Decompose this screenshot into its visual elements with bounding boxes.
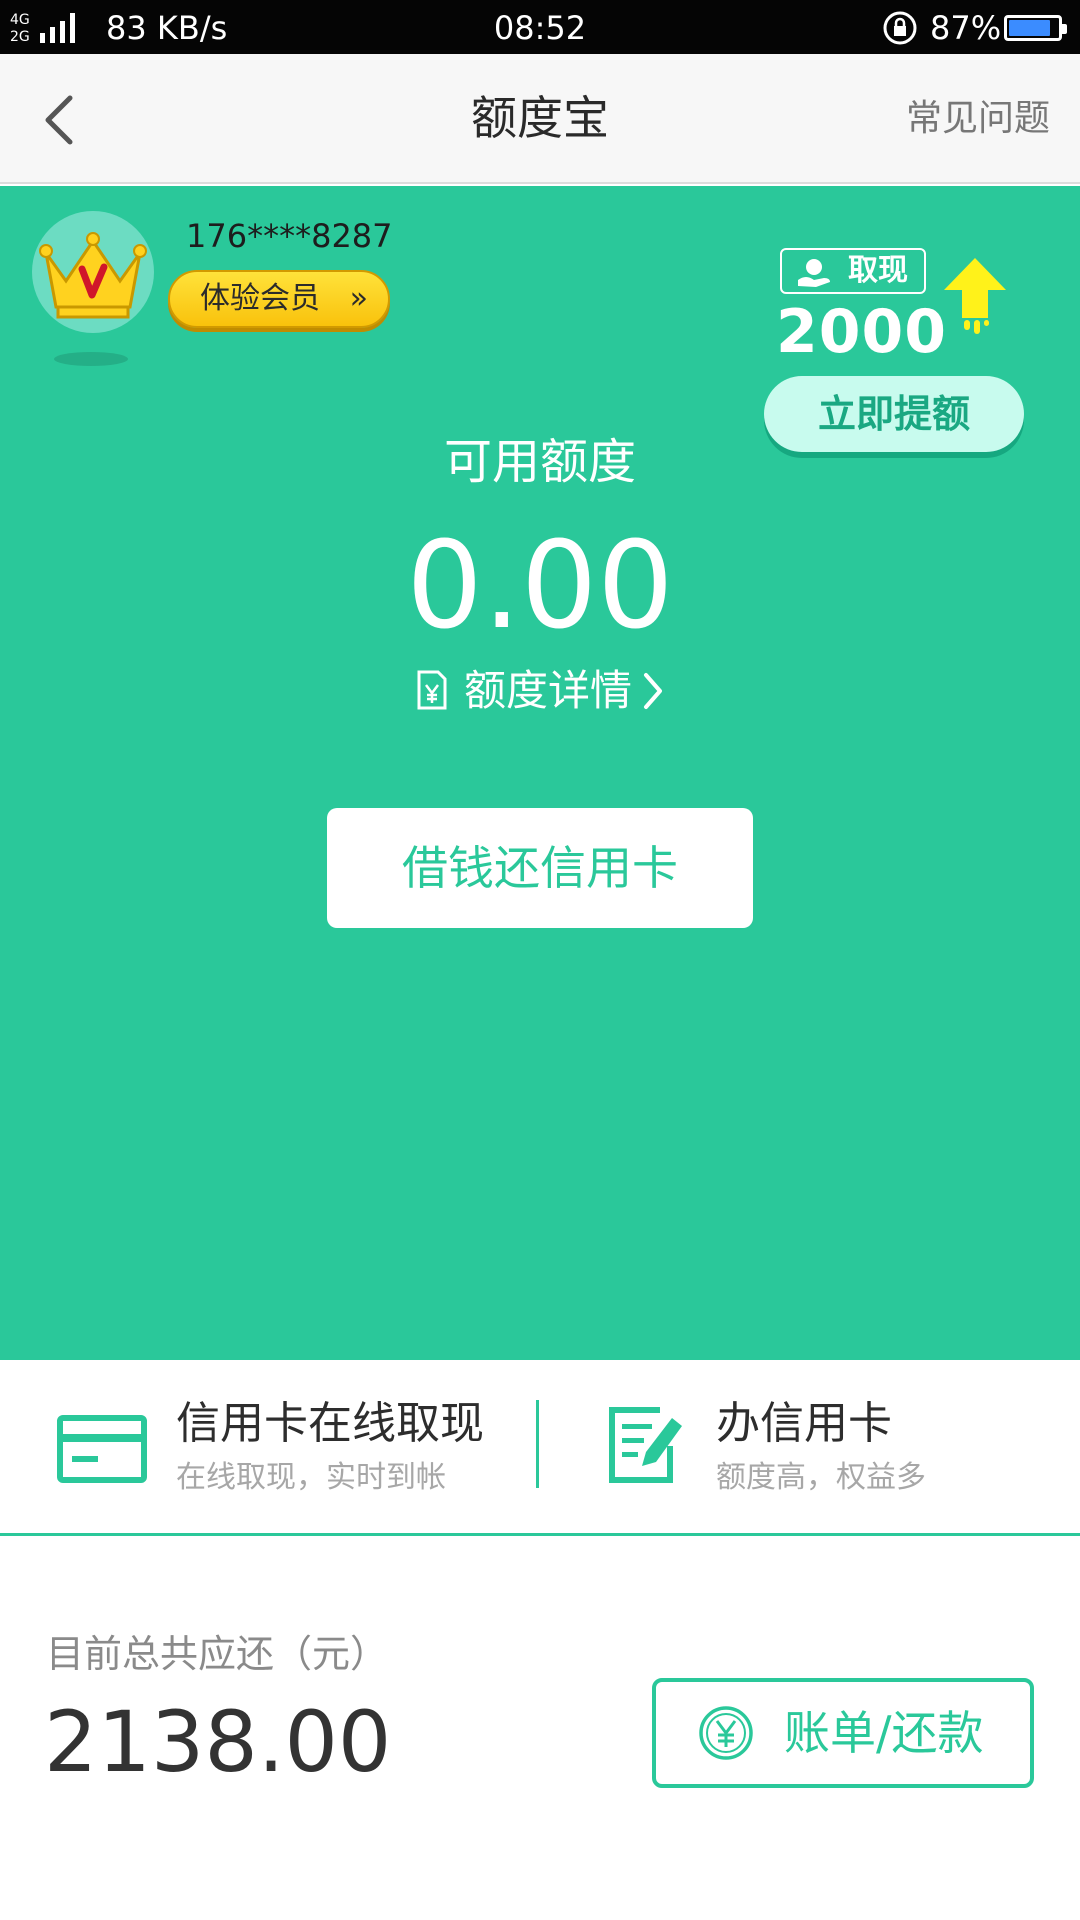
document-yen-icon xyxy=(417,670,447,710)
avatar-shadow xyxy=(54,352,128,366)
nav-bar: 额度宝 常见问题 xyxy=(0,54,1080,184)
feature-credit-card-withdraw[interactable]: 信用卡在线取现 在线取现，实时到帐 xyxy=(0,1360,540,1536)
withdraw-tag-label: 取现 xyxy=(848,253,908,288)
quota-detail-label: 额度详情 xyxy=(463,666,632,715)
available-quota-label: 可用额度 xyxy=(443,434,636,490)
total-due-value: 2138.00 xyxy=(44,1693,392,1791)
user-phone: 176****8287 xyxy=(186,217,393,255)
total-due-label: 目前总共应还（元） xyxy=(46,1632,389,1676)
bill-repay-button[interactable]: 账单/还款 xyxy=(652,1678,1034,1788)
feature-title: 办信用卡 xyxy=(716,1398,892,1449)
feature-divider xyxy=(536,1400,539,1488)
quota-hero: 176****8287 体验会员 » 取现 2000 立即提额 可用额度 0.0… xyxy=(0,186,1080,1360)
feature-subtitle: 在线取现，实时到帐 xyxy=(176,1460,446,1495)
clock: 08:52 xyxy=(493,9,587,47)
arrow-up-icon xyxy=(944,258,1006,334)
quota-detail-link[interactable]: 额度详情 xyxy=(0,664,1080,718)
yen-circle-icon xyxy=(699,1706,753,1760)
feature-apply-credit-card[interactable]: 办信用卡 额度高，权益多 xyxy=(540,1360,1080,1536)
battery-percent: 87% xyxy=(930,9,1002,47)
member-badge[interactable]: 体验会员 » xyxy=(168,270,390,328)
battery-icon xyxy=(1004,15,1067,41)
withdraw-amount: 2000 xyxy=(776,297,947,367)
feature-title: 信用卡在线取现 xyxy=(176,1398,484,1449)
status-bar: 4G 2G 83 KB/s 08:52 87% xyxy=(0,0,1080,54)
rotation-lock-icon xyxy=(883,11,917,45)
feature-row: 信用卡在线取现 在线取现，实时到帐 办信用卡 额度高，权益多 xyxy=(0,1360,1080,1536)
faq-link[interactable]: 常见问题 xyxy=(906,94,1050,144)
vip-crown-icon xyxy=(39,232,147,319)
hand-coin-icon xyxy=(798,259,830,287)
double-chevron-right-icon: » xyxy=(349,281,368,316)
bill-repay-label: 账单/还款 xyxy=(784,1706,984,1760)
feature-subtitle: 额度高，权益多 xyxy=(716,1460,926,1495)
borrow-repay-credit-card-button[interactable]: 借钱还信用卡 xyxy=(327,808,753,928)
chevron-right-icon xyxy=(644,673,662,709)
edit-form-icon xyxy=(609,1407,682,1483)
withdraw-tag: 取现 xyxy=(780,248,926,294)
member-label: 体验会员 xyxy=(200,281,320,316)
avatar[interactable] xyxy=(32,211,154,333)
credit-card-icon xyxy=(57,1415,147,1483)
available-quota-value: 0.00 xyxy=(406,517,674,656)
